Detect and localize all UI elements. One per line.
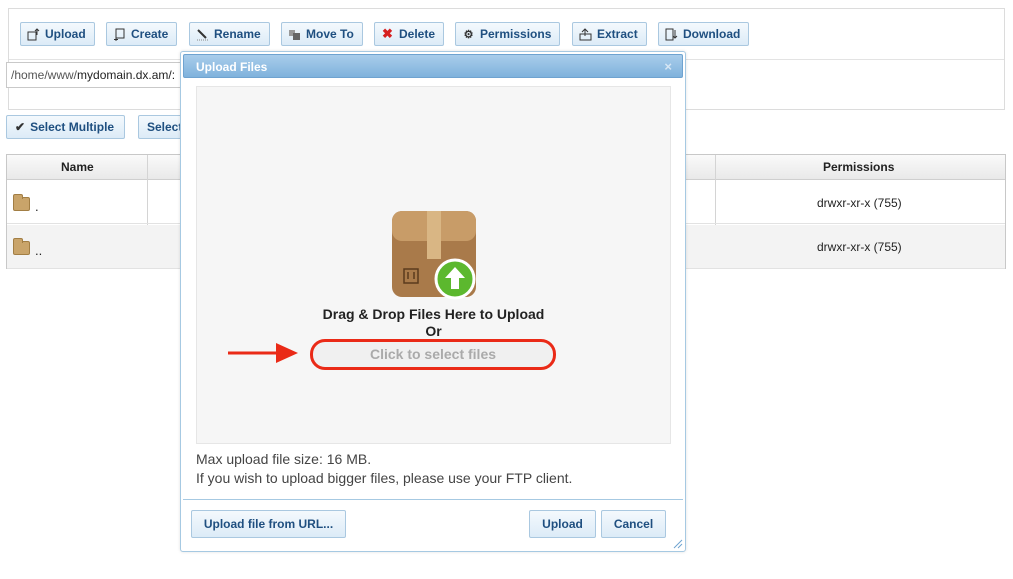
delete-button[interactable]: ✖ Delete	[374, 22, 445, 46]
create-button[interactable]: Create	[106, 22, 178, 46]
package-upload-icon	[392, 211, 476, 300]
ftp-note: If you wish to upload bigger files, plea…	[196, 470, 573, 486]
dialog-title-bar[interactable]: Upload Files ×	[183, 54, 683, 78]
file-name: .	[35, 199, 39, 214]
download-icon	[665, 28, 678, 41]
extract-button[interactable]: Extract	[572, 22, 647, 46]
file-permissions: drwxr-xr-x (755)	[817, 240, 902, 254]
column-header-permissions[interactable]: Permissions	[823, 160, 894, 174]
drop-instruction: Drag & Drop Files Here to Upload	[322, 306, 545, 322]
resize-grip-icon[interactable]	[673, 539, 683, 549]
permissions-button[interactable]: ⚙ Permissions	[455, 22, 561, 46]
upload-button[interactable]: Upload	[20, 22, 95, 46]
or-separator: Or	[425, 323, 442, 339]
file-name: ..	[35, 243, 43, 258]
upload-submit-button[interactable]: Upload	[529, 510, 596, 538]
upload-dialog: Upload Files × Drag & Drop Files Here to…	[180, 51, 686, 552]
download-button[interactable]: Download	[658, 22, 750, 46]
move-icon	[288, 28, 301, 41]
drop-zone[interactable]: Drag & Drop Files Here to Upload Or Clic…	[196, 86, 671, 444]
dialog-title: Upload Files	[196, 60, 268, 74]
delete-icon: ✖	[382, 26, 393, 41]
arrow-right-icon	[228, 343, 298, 363]
create-icon	[113, 28, 126, 41]
annotation-arrow	[228, 340, 300, 366]
extract-icon	[579, 27, 592, 41]
select-multiple-button[interactable]: ✔ Select Multiple	[6, 115, 125, 139]
upload-icon	[27, 27, 40, 41]
cancel-button[interactable]: Cancel	[601, 510, 666, 538]
move-to-button[interactable]: Move To	[281, 22, 363, 46]
folder-icon	[13, 238, 30, 255]
rename-button[interactable]: Rename	[189, 22, 270, 46]
folder-icon	[13, 194, 30, 211]
file-permissions: drwxr-xr-x (755)	[817, 196, 902, 210]
gear-icon: ⚙	[463, 28, 474, 41]
select-files-button[interactable]: Click to select files	[310, 339, 556, 370]
check-icon: ✔	[15, 120, 26, 134]
upload-from-url-button[interactable]: Upload file from URL...	[191, 510, 346, 538]
close-icon[interactable]: ×	[664, 59, 672, 74]
path-input[interactable]: /home/www/mydomain.dx.am/:	[6, 62, 186, 88]
column-header-name[interactable]: Name	[61, 160, 94, 174]
select-all-button[interactable]: Select All	[138, 115, 182, 139]
max-size-note: Max upload file size: 16 MB.	[196, 451, 372, 467]
rename-icon	[196, 28, 209, 41]
